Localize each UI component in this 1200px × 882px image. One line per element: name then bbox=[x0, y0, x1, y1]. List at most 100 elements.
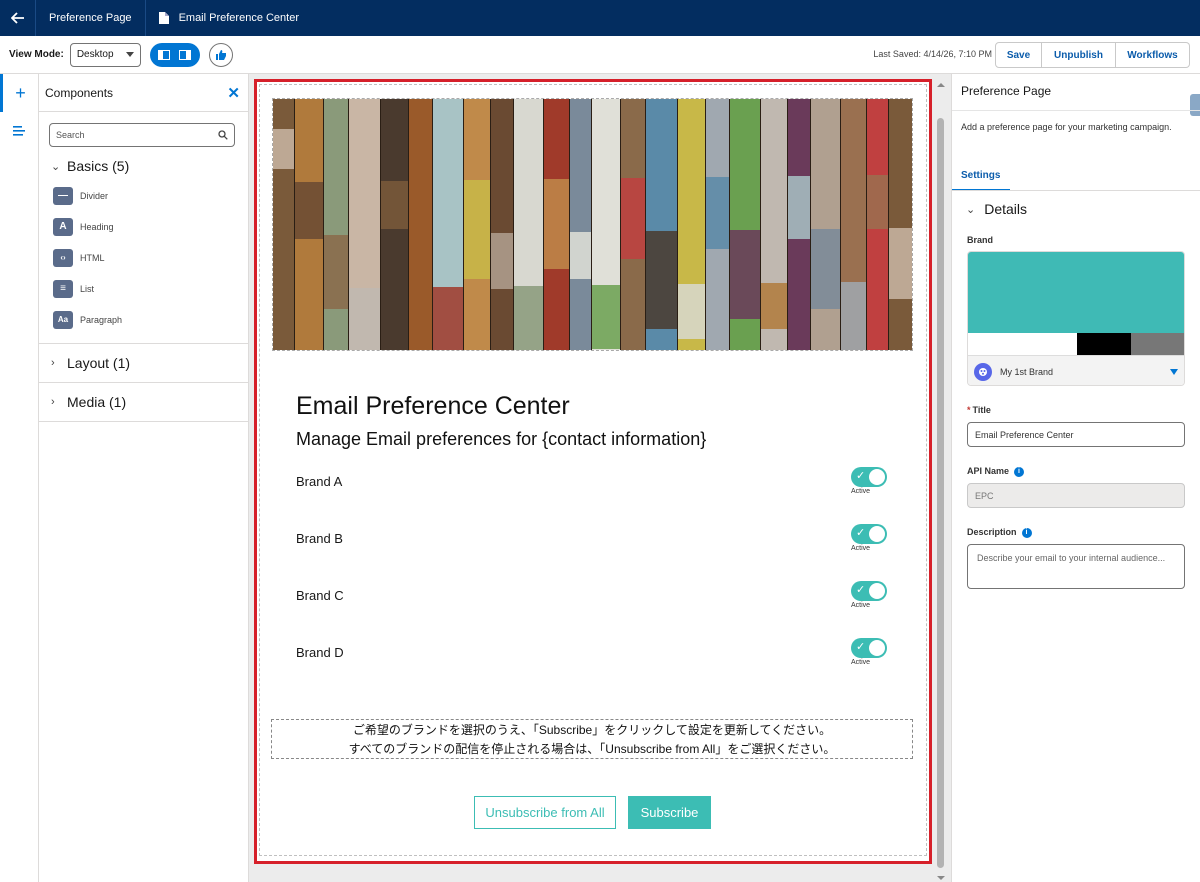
right-panel-icon[interactable] bbox=[179, 49, 192, 60]
page-title[interactable]: Email Preference Center bbox=[296, 392, 570, 421]
unsubscribe-all-button[interactable]: Unsubscribe from All bbox=[474, 796, 616, 829]
breadcrumb-label: Email Preference Center bbox=[178, 12, 300, 24]
basics-title: Basics (5) bbox=[67, 158, 130, 174]
instructions-text-block[interactable]: ご希望のブランドを選択のうえ、「Subscribe」をクリックして設定を更新して… bbox=[271, 719, 913, 759]
breadcrumb-preference-page[interactable]: Preference Page bbox=[36, 0, 146, 36]
outline-tab[interactable] bbox=[0, 112, 38, 150]
info-icon[interactable]: i bbox=[1021, 527, 1032, 538]
brand-row: Brand A ✓ Active bbox=[296, 467, 896, 497]
add-components-tab[interactable]: + bbox=[0, 74, 38, 112]
search-placeholder: Search bbox=[56, 130, 85, 140]
brand-color-secondary bbox=[968, 333, 1077, 355]
close-icon[interactable]: ✕ bbox=[227, 84, 240, 102]
divider bbox=[952, 190, 1200, 191]
tab-settings[interactable]: Settings bbox=[952, 161, 1010, 191]
check-icon: ✓ bbox=[856, 470, 866, 482]
scroll-down-icon[interactable] bbox=[936, 874, 946, 882]
feedback-button[interactable] bbox=[208, 42, 233, 67]
panel-toggle-group[interactable] bbox=[149, 42, 200, 67]
action-button-group: Save Unpublish Workflows bbox=[995, 42, 1190, 68]
component-list[interactable]: ≡ List bbox=[39, 273, 248, 304]
components-title: Components bbox=[45, 85, 114, 100]
chevron-down-icon[interactable] bbox=[1170, 369, 1178, 375]
hero-image[interactable] bbox=[272, 98, 913, 351]
check-icon: ✓ bbox=[856, 641, 866, 653]
document-icon bbox=[158, 12, 169, 24]
brand-color-primary bbox=[968, 252, 1184, 333]
components-header: Components ✕ bbox=[39, 74, 248, 112]
component-html[interactable]: ‹› HTML bbox=[39, 242, 248, 273]
back-button[interactable] bbox=[0, 0, 36, 36]
brand-row: Brand C ✓ Active bbox=[296, 581, 896, 611]
search-input[interactable]: Search bbox=[49, 123, 235, 147]
collapse-panel-handle[interactable] bbox=[1190, 94, 1200, 116]
instructions-line: すべてのブランドの配信を停止される場合は、「Unsubscribe from A… bbox=[348, 742, 836, 756]
component-heading[interactable]: A Heading bbox=[39, 211, 248, 242]
section-divider bbox=[39, 421, 248, 422]
top-bar: Preference Page Email Preference Center bbox=[0, 0, 1200, 36]
info-icon[interactable]: i bbox=[1014, 466, 1025, 477]
brand-name: Brand D bbox=[296, 645, 344, 660]
brand-toggle[interactable]: ✓ bbox=[851, 524, 887, 544]
breadcrumb-email-preference-center[interactable]: Email Preference Center bbox=[146, 0, 312, 36]
chevron-down-icon bbox=[125, 52, 134, 57]
api-name-label-text: API Name bbox=[967, 466, 1010, 476]
brand-toggle[interactable]: ✓ bbox=[851, 581, 887, 601]
search-icon bbox=[218, 130, 228, 140]
scroll-up-icon[interactable] bbox=[936, 81, 946, 89]
toolbar: View Mode: Desktop Last Saved: 4/14/26, … bbox=[0, 36, 1200, 74]
basics-list: — Divider A Heading ‹› HTML ≡ List Aa Pa… bbox=[39, 180, 248, 335]
brand-toggle[interactable]: ✓ bbox=[851, 467, 887, 487]
toggle-knob bbox=[869, 640, 885, 656]
title-label: * Title bbox=[967, 405, 991, 415]
panel-description: Add a preference page for your marketing… bbox=[961, 122, 1172, 132]
workflows-button[interactable]: Workflows bbox=[1116, 42, 1190, 68]
paragraph-icon: Aa bbox=[53, 310, 73, 329]
thumbs-up-icon bbox=[215, 49, 226, 60]
unpublish-button[interactable]: Unpublish bbox=[1042, 42, 1116, 68]
required-marker: * bbox=[967, 405, 971, 415]
api-name-field: EPC bbox=[967, 483, 1185, 508]
chevron-down-icon: ⌄ bbox=[966, 203, 976, 216]
brand-toggle[interactable]: ✓ bbox=[851, 638, 887, 658]
details-title: Details bbox=[984, 201, 1028, 217]
layout-title: Layout (1) bbox=[67, 355, 131, 371]
toggle-status: Active bbox=[851, 602, 871, 609]
title-label-text: Title bbox=[972, 405, 991, 415]
brand-name: Brand A bbox=[296, 474, 343, 489]
last-saved-text: Last Saved: 4/14/26, 7:10 PM bbox=[873, 49, 992, 59]
title-field[interactable]: Email Preference Center bbox=[967, 422, 1185, 447]
divider bbox=[952, 110, 1200, 111]
layout-section-toggle[interactable]: › Layout (1) bbox=[39, 344, 248, 382]
component-label: Divider bbox=[80, 190, 109, 201]
media-section-toggle[interactable]: › Media (1) bbox=[39, 383, 248, 421]
component-label: Paragraph bbox=[80, 314, 123, 325]
list-icon bbox=[13, 126, 25, 136]
component-divider[interactable]: — Divider bbox=[39, 180, 248, 211]
toggle-knob bbox=[869, 583, 885, 599]
canvas-scrollbar[interactable] bbox=[937, 118, 944, 868]
brand-name: My 1st Brand bbox=[1000, 366, 1054, 377]
description-field[interactable]: Describe your email to your internal aud… bbox=[967, 544, 1185, 589]
component-label: HTML bbox=[80, 252, 105, 263]
check-icon: ✓ bbox=[856, 584, 866, 596]
properties-panel: Preference Page Add a preference page fo… bbox=[951, 74, 1200, 882]
left-rail: + bbox=[0, 74, 39, 882]
basics-section-toggle[interactable]: ⌄ Basics (5) bbox=[39, 158, 248, 174]
view-mode-label: View Mode: bbox=[9, 49, 64, 60]
brand-color-tertiary bbox=[1077, 333, 1131, 355]
page-subtitle[interactable]: Manage Email preferences for {contact in… bbox=[296, 429, 706, 450]
chevron-right-icon: › bbox=[51, 357, 55, 369]
brand-row: Brand D ✓ Active bbox=[296, 638, 896, 668]
save-button[interactable]: Save bbox=[995, 42, 1042, 68]
subscribe-button[interactable]: Subscribe bbox=[628, 796, 711, 829]
heading-icon: A bbox=[53, 217, 73, 236]
check-icon: ✓ bbox=[856, 527, 866, 539]
component-paragraph[interactable]: Aa Paragraph bbox=[39, 304, 248, 335]
view-mode-select[interactable]: Desktop bbox=[69, 42, 141, 67]
brand-selector[interactable]: My 1st Brand bbox=[967, 251, 1185, 386]
details-section-toggle[interactable]: ⌄ Details bbox=[966, 201, 1027, 217]
view-mode-value: Desktop bbox=[76, 49, 114, 60]
left-panel-icon[interactable] bbox=[158, 49, 171, 60]
api-name-label: API Name i bbox=[967, 466, 1025, 477]
